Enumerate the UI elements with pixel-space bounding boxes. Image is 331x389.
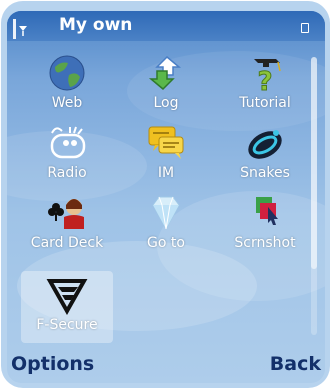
chat-bubbles-icon xyxy=(148,126,184,159)
app-item-radio[interactable]: Radio xyxy=(21,123,113,187)
card-deck-icon xyxy=(48,199,84,229)
screenshot-icon xyxy=(256,197,278,225)
app-item-web[interactable]: Web xyxy=(21,53,113,117)
app-item-go-to[interactable]: Go to xyxy=(120,193,212,257)
battery-icon xyxy=(301,23,309,33)
log-arrows-icon xyxy=(148,55,182,91)
app-label: F-Secure xyxy=(36,317,98,333)
app-label: Scrnshot xyxy=(234,235,296,251)
app-item-card-deck[interactable]: Card Deck xyxy=(21,193,113,257)
app-item-snakes[interactable]: Snakes xyxy=(219,123,311,187)
tutorial-question-icon: ? xyxy=(254,59,281,93)
app-item-log[interactable]: Log xyxy=(120,53,212,117)
app-label: Radio xyxy=(47,165,87,181)
app-label: Log xyxy=(153,95,179,111)
app-label: Card Deck xyxy=(30,235,104,251)
page-title: My own xyxy=(59,15,133,35)
back-softkey[interactable]: Back xyxy=(270,353,321,375)
signal-strength-icon xyxy=(13,19,27,39)
title-bar: My own xyxy=(7,11,325,41)
app-item-tutorial[interactable]: ? Tutorial xyxy=(219,53,311,117)
snakes-icon xyxy=(248,130,282,159)
app-item-scrnshot[interactable]: Scrnshot xyxy=(219,193,311,257)
app-label: IM xyxy=(157,165,175,181)
app-label: Go to xyxy=(147,235,185,251)
scrollbar[interactable] xyxy=(311,57,317,335)
app-item-im[interactable]: IM xyxy=(120,123,212,187)
f-secure-logo-icon xyxy=(46,279,88,315)
radio-icon xyxy=(50,126,86,159)
app-label: Tutorial xyxy=(239,95,291,111)
options-softkey[interactable]: Options xyxy=(11,353,94,375)
svg-text:?: ? xyxy=(257,67,272,93)
phone-screen: My own Web Log ? Tutorial Radio IM Snake… xyxy=(7,11,325,383)
diamond-icon xyxy=(152,196,180,231)
device-frame: My own Web Log ? Tutorial Radio IM Snake… xyxy=(1,1,330,388)
app-label: Snakes xyxy=(240,165,290,181)
scrollbar-thumb[interactable] xyxy=(311,57,317,269)
app-label: Web xyxy=(51,95,83,111)
app-item-f-secure[interactable]: F-Secure xyxy=(21,275,113,339)
globe-icon xyxy=(49,55,85,91)
